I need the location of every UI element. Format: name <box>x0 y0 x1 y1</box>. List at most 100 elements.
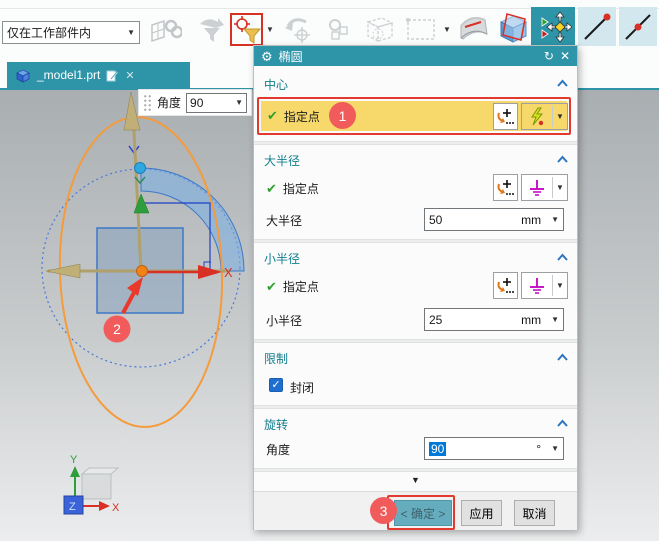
section-separator <box>254 468 577 472</box>
section-rotation-collapse-icon[interactable] <box>557 419 568 427</box>
triad-y-arrowhead <box>70 466 80 477</box>
minor-radius-field[interactable]: 25 mm ▼ <box>424 308 564 331</box>
center-specify-point-label: 指定点 <box>283 109 320 124</box>
triad-cube-top <box>80 467 120 475</box>
section-limits-collapse-icon[interactable] <box>557 353 568 361</box>
drag-grip-icon[interactable] <box>143 94 152 111</box>
triad-y-label: Y <box>70 454 78 466</box>
rotation-angle-label: 角度 <box>266 443 291 457</box>
snap-endpoint-icon[interactable] <box>578 7 616 46</box>
x-axis-label: X <box>224 265 233 280</box>
minor-radius-unit: mm <box>521 312 542 327</box>
major-radius-field[interactable]: 50 mm ▼ <box>424 208 564 231</box>
chevron-down-icon: ▼ <box>266 25 274 34</box>
sphere-handle[interactable] <box>134 162 146 174</box>
section-view-glyph <box>499 13 528 43</box>
major-radius-value: 50 <box>429 212 443 227</box>
rotation-angle-field[interactable]: 90 ° ▼ <box>424 437 564 460</box>
tab-title: _model1.prt <box>37 68 101 82</box>
check-icon: ✔ <box>266 278 277 294</box>
wave-geometry-linker-icon[interactable] <box>148 15 184 45</box>
snap-midpoint-glyph <box>625 13 651 40</box>
move-object-tool-icon[interactable] <box>531 7 575 46</box>
rotation-angle-value: 90 <box>429 441 447 456</box>
center-snap-point-group[interactable]: ▼ <box>521 103 568 130</box>
minor-specify-point-label: 指定点 <box>282 280 319 294</box>
shaded-edge-display-icon[interactable] <box>455 11 493 45</box>
center-point-handle[interactable] <box>136 265 148 277</box>
wireframe-cube-icon[interactable] <box>358 13 398 45</box>
major-point-dialog-button[interactable] <box>493 174 518 201</box>
inferred-point-icon <box>530 179 544 196</box>
major-inferred-point-group[interactable]: ▼ <box>521 174 568 201</box>
section-major-collapse-icon[interactable] <box>557 155 568 163</box>
dialog-gear-icon: ⚙ <box>261 48 273 64</box>
rectangle-select-dropdown[interactable]: ▼ <box>442 24 452 36</box>
point-dialog-icon <box>497 109 514 124</box>
section-limits-label: 限制 <box>264 352 289 366</box>
chevron-down-icon: ▼ <box>551 314 559 324</box>
rectangle-select-glyph <box>406 18 435 40</box>
snap-point-filter-icon[interactable] <box>230 13 263 46</box>
selection-scope-dropdown[interactable]: 仅在工作部件内 ▼ <box>2 21 140 44</box>
center-specify-point-field[interactable]: ✔ 指定点 <box>261 101 491 131</box>
annotation-badge-3: 3 <box>370 497 397 524</box>
snap-point-filter-dropdown[interactable]: ▼ <box>265 24 275 36</box>
dialog-title: 椭圆 <box>278 49 303 64</box>
center-point-dialog-button[interactable] <box>493 103 518 130</box>
apply-button[interactable]: 应用 <box>461 500 502 526</box>
annotation-badge-1: 1 <box>329 102 356 129</box>
part-file-icon <box>16 69 30 83</box>
section-separator <box>254 239 577 243</box>
major-radius-unit: mm <box>521 212 542 227</box>
major-specify-point-row[interactable]: ✔ 指定点 <box>266 180 319 197</box>
chevron-down-icon: ▼ <box>551 214 559 224</box>
shaded-edge-display-glyph <box>460 17 488 40</box>
nx-application-window: 仅在工作部件内 ▼ ▼ ▼ _model1.prt ✕ X 2 Y X Z 角度… <box>0 0 659 541</box>
triad-x-label: X <box>112 502 120 514</box>
minor-specify-point-row[interactable]: ✔ 指定点 <box>266 278 319 295</box>
chevron-down-icon: ▼ <box>556 182 564 192</box>
dialog-header[interactable]: ⚙ 椭圆 ↻ ✕ <box>254 46 577 66</box>
minor-radius-label: 小半径 <box>266 314 303 328</box>
section-separator <box>254 405 577 409</box>
snap-midpoint-icon[interactable] <box>619 7 657 46</box>
chevron-down-icon: ▼ <box>235 97 243 107</box>
chevron-down-icon: ▼ <box>556 280 564 290</box>
dialog-close-icon[interactable]: ✕ <box>560 49 570 63</box>
undo-point-glyph <box>285 18 310 43</box>
cancel-button[interactable]: 取消 <box>514 500 555 526</box>
modified-edit-icon <box>106 70 119 81</box>
closed-checkbox[interactable]: ✓ <box>269 378 283 392</box>
filter-reverse-glyph <box>200 18 224 42</box>
section-view-icon[interactable] <box>495 11 531 45</box>
dialog-more-toggle[interactable]: ▼ <box>254 475 577 485</box>
ok-button[interactable]: < 确定 > <box>394 500 452 526</box>
minor-point-dialog-button[interactable] <box>493 272 518 299</box>
minor-inferred-point-group[interactable]: ▼ <box>521 272 568 299</box>
chevron-down-icon: ▼ <box>551 443 559 453</box>
section-center-collapse-icon[interactable] <box>557 79 568 87</box>
assembly-constraints-glyph <box>329 19 348 40</box>
triad-z-label: Z <box>69 501 76 513</box>
section-minor-collapse-icon[interactable] <box>557 253 568 261</box>
dialog-button-bar: < 确定 > 应用 取消 <box>254 491 577 530</box>
chevron-down-icon: ▼ <box>443 25 451 34</box>
section-separator <box>254 339 577 343</box>
tab-close-icon[interactable]: ✕ <box>125 69 134 82</box>
wireframe-cube-glyph <box>366 17 394 43</box>
section-center-label: 中心 <box>264 78 289 92</box>
tab-model1[interactable]: _model1.prt ✕ <box>7 62 190 88</box>
check-icon: ✔ <box>266 180 277 196</box>
angle-input-field[interactable]: 90 ▼ <box>186 92 247 113</box>
point-dialog-icon <box>497 278 514 293</box>
x-axis-left-cone[interactable] <box>45 263 81 279</box>
undo-point-icon[interactable] <box>278 13 314 45</box>
wave-geometry-linker-glyph <box>151 19 182 43</box>
rectangle-select-icon[interactable] <box>403 15 439 43</box>
dialog-reset-icon[interactable]: ↻ <box>544 49 554 63</box>
assembly-constraints-icon[interactable] <box>324 15 354 43</box>
major-specify-point-label: 指定点 <box>282 182 319 196</box>
section-separator <box>254 141 577 145</box>
filter-reverse-icon[interactable] <box>192 15 228 45</box>
